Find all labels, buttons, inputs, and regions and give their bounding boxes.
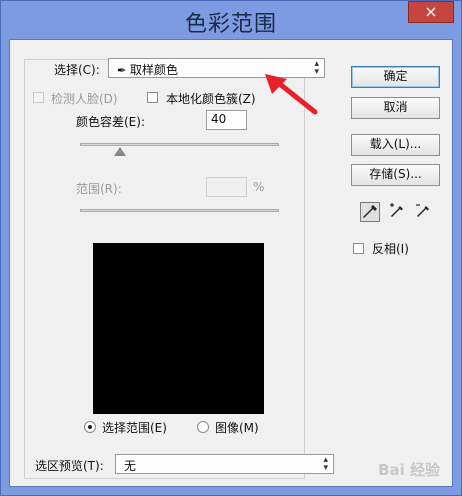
eyedropper-minus-tool[interactable] xyxy=(413,202,433,222)
save-button[interactable]: 存储(S)... xyxy=(351,164,440,186)
title-bar[interactable]: 色彩范围 × xyxy=(1,1,461,39)
annotation-arrow xyxy=(265,74,318,115)
color-range-dialog: 色彩范围 × 选择(C): ✒ 取样颜色 ▴ ▾ 检测人脸(D) 本地化颜色簇(Z… xyxy=(0,0,462,496)
eyedropper-plus-tool[interactable] xyxy=(387,202,407,222)
range-label: 范围(R): xyxy=(76,182,122,196)
eyedropper-plus-icon xyxy=(390,203,403,217)
select-value: ✒ 取样颜色 xyxy=(117,63,179,77)
updown-arrows-icon: ▴ ▾ xyxy=(323,455,328,473)
selection-preview-value: 无 xyxy=(124,459,137,473)
load-button[interactable]: 载入(L)... xyxy=(351,134,440,156)
range-unit: % xyxy=(253,180,265,194)
eyedropper-icon xyxy=(363,205,377,218)
fuzziness-input[interactable]: 40 xyxy=(206,110,247,130)
invert-label: 反相(I) xyxy=(372,242,409,256)
dialog-title: 色彩范围 xyxy=(184,12,277,37)
invert-checkbox[interactable] xyxy=(353,243,364,254)
close-button[interactable]: × xyxy=(408,1,454,23)
eyedropper-tool[interactable] xyxy=(360,202,380,222)
select-label: 选择(C): xyxy=(54,63,100,77)
range-slider-track[interactable] xyxy=(80,209,279,212)
detect-faces-label: 检测人脸(D) xyxy=(51,92,118,106)
image-radio[interactable] xyxy=(197,421,209,433)
fuzziness-label: 颜色容差(E): xyxy=(76,115,145,129)
selection-preview-dropdown[interactable]: 无 ▴ ▾ xyxy=(115,454,334,474)
selection-radio-label: 选择范围(E) xyxy=(102,421,167,435)
fuzziness-slider-thumb[interactable] xyxy=(113,147,126,156)
range-input[interactable] xyxy=(206,177,247,197)
cancel-button[interactable]: 取消 xyxy=(351,97,440,119)
ok-button[interactable]: 确定 xyxy=(351,66,440,88)
eyedropper-small-icon: ✒ xyxy=(117,64,127,77)
selection-preview-image xyxy=(93,243,264,414)
watermark: Bai 经验 xyxy=(378,461,440,479)
detect-faces-checkbox[interactable] xyxy=(33,92,44,103)
selection-radio[interactable] xyxy=(84,421,96,433)
image-radio-label: 图像(M) xyxy=(215,421,259,435)
eyedropper-minus-icon xyxy=(416,204,429,217)
localized-clusters-checkbox[interactable] xyxy=(147,92,158,103)
localized-clusters-label: 本地化颜色簇(Z) xyxy=(166,92,256,106)
fuzziness-slider-track[interactable] xyxy=(80,143,279,146)
selection-preview-label: 选区预览(T): xyxy=(35,459,104,473)
dialog-body: 选择(C): ✒ 取样颜色 ▴ ▾ 检测人脸(D) 本地化颜色簇(Z) 颜色容差(… xyxy=(9,39,453,487)
